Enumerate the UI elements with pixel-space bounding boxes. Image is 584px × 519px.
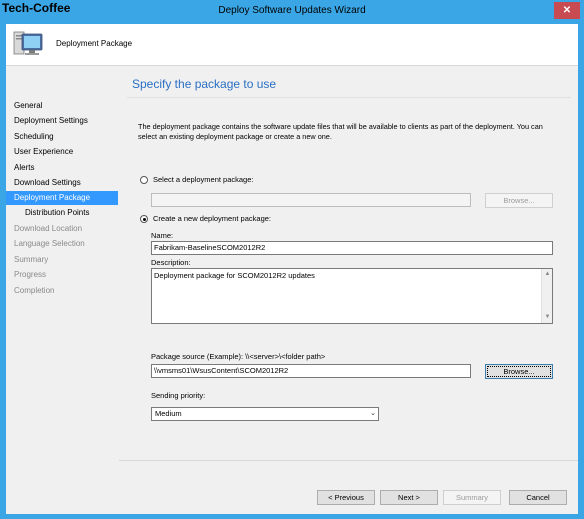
nav-item-deployment-package[interactable]: Deployment Package	[6, 191, 118, 205]
nav-item-deployment-settings[interactable]: Deployment Settings	[6, 114, 118, 128]
close-icon[interactable]: ✕	[554, 2, 580, 19]
title-divider	[127, 97, 571, 98]
nav-item-completion: Completion	[14, 286, 55, 295]
description-scrollbar[interactable]: ▲ ▼	[541, 269, 552, 323]
package-source-label: Package source (Example): \\<server>\<fo…	[151, 352, 326, 361]
wizard-header: Deployment Package	[6, 24, 578, 66]
wizard-nav: General Deployment Settings Scheduling U…	[6, 67, 118, 514]
package-name-input[interactable]: Fabrikam-BaselineSCOM2012R2	[151, 241, 553, 255]
computer-monitor-icon	[13, 31, 43, 55]
nav-item-user-experience[interactable]: User Experience	[6, 145, 118, 159]
existing-package-field	[151, 193, 471, 207]
header-title: Deployment Package	[56, 39, 133, 48]
description-label: Description:	[151, 258, 191, 267]
wizard-window: Tech-Coffee Deploy Software Updates Wiza…	[0, 0, 584, 519]
cancel-button[interactable]: Cancel	[509, 490, 567, 505]
scroll-down-icon[interactable]: ▼	[542, 312, 553, 323]
nav-item-language-selection: Language Selection	[14, 239, 85, 248]
nav-item-alerts[interactable]: Alerts	[6, 161, 118, 175]
select-existing-radio[interactable]	[140, 176, 148, 184]
scroll-up-icon[interactable]: ▲	[542, 269, 553, 280]
summary-button: Summary	[443, 490, 501, 505]
name-label: Name:	[151, 231, 174, 240]
nav-item-summary: Summary	[14, 255, 49, 264]
footer-divider	[119, 460, 578, 461]
browse-existing-button: Browse...	[485, 193, 553, 208]
select-existing-label[interactable]: Select a deployment package:	[153, 175, 253, 184]
sending-priority-select[interactable]: Medium ⌄	[151, 407, 379, 421]
package-description-textarea[interactable]: Deployment package for SCOM2012R2 update…	[151, 268, 553, 324]
nav-item-progress: Progress	[14, 270, 47, 279]
create-new-label[interactable]: Create a new deployment package:	[153, 214, 271, 223]
wizard-client-area: Deployment Package General Deployment Se…	[6, 24, 578, 514]
browse-source-button[interactable]: Browse...	[485, 364, 553, 379]
nav-item-general[interactable]: General	[6, 99, 118, 113]
wizard-page: Specify the package to use The deploymen…	[119, 67, 578, 514]
nav-item-scheduling[interactable]: Scheduling	[6, 130, 118, 144]
create-new-radio[interactable]	[140, 215, 148, 223]
page-description: The deployment package contains the soft…	[138, 122, 543, 141]
next-button[interactable]: Next >	[380, 490, 438, 505]
previous-button[interactable]: < Previous	[317, 490, 375, 505]
nav-item-download-settings[interactable]: Download Settings	[6, 176, 118, 190]
title-bar[interactable]: Tech-Coffee Deploy Software Updates Wiza…	[0, 0, 584, 24]
sending-priority-label: Sending priority:	[151, 391, 206, 400]
package-source-input[interactable]: \\vmsms01\WsusContent\SCOM2012R2	[151, 364, 471, 378]
window-title: Deploy Software Updates Wizard	[218, 5, 366, 16]
nav-item-download-location: Download Location	[14, 224, 83, 233]
page-title: Specify the package to use	[132, 77, 277, 91]
chevron-down-icon: ⌄	[370, 410, 376, 417]
description-text: Deployment package for SCOM2012R2 update…	[154, 271, 315, 280]
nav-item-distribution-points[interactable]: Distribution Points	[6, 206, 118, 220]
sending-priority-value: Medium	[155, 409, 182, 418]
